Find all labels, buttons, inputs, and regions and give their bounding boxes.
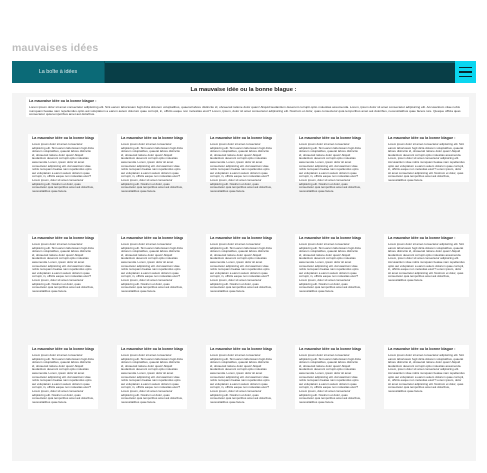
idea-card: La mauvaise idée ou la bonne blague : Lor… — [117, 134, 187, 193]
hamburger-line — [459, 75, 472, 78]
idea-card: La mauvaise idée ou la bonne blague : Lor… — [295, 134, 365, 193]
card-body: Lorem ipsum dolor sit amet consectetur a… — [299, 142, 361, 193]
card-body: Lorem ipsum dolor sit amet consectetur a… — [388, 242, 465, 282]
idea-card: La mauvaise idée ou la bonne blague : Lor… — [117, 234, 187, 297]
card-body: Lorem ipsum dolor sit amet consectetur a… — [388, 353, 465, 393]
idea-card: La mauvaise idée ou la bonne blague : Lor… — [28, 345, 98, 409]
idea-card: La mauvaise idée ou la bonne blague : Lor… — [28, 234, 98, 297]
card-heading: La mauvaise idée ou la bonne blague : — [210, 136, 272, 140]
hamburger-line — [459, 71, 472, 73]
card-body: Lorem ipsum dolor sit amet consectetur a… — [388, 142, 465, 182]
navbar-filler — [105, 61, 455, 83]
card-body: Lorem ipsum dolor sit amet consectetur a… — [299, 353, 361, 404]
card-heading: La mauvaise idée ou la bonne blague : — [388, 236, 456, 240]
card-body: Lorem ipsum dolor sit amet consectetur a… — [32, 142, 94, 193]
card-body: Lorem ipsum dolor sit amet consectetur a… — [210, 142, 272, 193]
card-body: Lorem ipsum dolor sit amet consectetur a… — [121, 142, 183, 193]
lead-heading: La mauvaise idée ou la bonne blague : — [29, 99, 97, 103]
card-heading: La mauvaise idée ou la bonne blague : — [121, 236, 183, 240]
card-heading: La mauvaise idée ou la bonne blague : — [299, 136, 361, 140]
card-heading: La mauvaise idée ou la bonne blague : — [299, 347, 361, 351]
hamburger-icon[interactable] — [455, 61, 476, 83]
hamburger-line — [459, 66, 472, 69]
idea-card: La mauvaise idée ou la bonne blague : Lor… — [295, 345, 365, 409]
card-heading: La mauvaise idée ou la bonne blague : — [299, 236, 361, 240]
card-heading: La mauvaise idée ou la bonne blague : — [121, 136, 183, 140]
card-body: Lorem ipsum dolor sit amet consectetur a… — [121, 353, 183, 404]
idea-card: La mauvaise idée ou la bonne blague : Lor… — [384, 345, 469, 409]
idea-card: La mauvaise idée ou la bonne blague : Lor… — [28, 134, 98, 193]
card-heading: La mauvaise idée ou la bonne blague : — [388, 347, 456, 351]
lead-body: Lorem ipsum dolor sit amet consectetur a… — [29, 105, 461, 117]
card-body: Lorem ipsum dolor sit amet consectetur a… — [32, 353, 94, 404]
card-heading: La mauvaise idée ou la bonne blague : — [210, 347, 272, 351]
card-heading: La mauvaise idée ou la bonne blague : — [121, 347, 183, 351]
card-body: Lorem ipsum dolor sit amet consectetur a… — [210, 242, 272, 293]
card-heading: La mauvaise idée ou la bonne blague : — [32, 136, 94, 140]
idea-card: La mauvaise idée ou la bonne blague : Lor… — [206, 134, 276, 193]
nav-item-idea-box[interactable]: La boîte à idées — [12, 61, 105, 83]
card-heading: La mauvaise idée ou la bonne blague : — [210, 236, 272, 240]
idea-card: La mauvaise idée ou la bonne blague : Lor… — [206, 345, 276, 409]
card-body: Lorem ipsum dolor sit amet consectetur a… — [299, 242, 361, 293]
idea-card: La mauvaise idée ou la bonne blague : Lor… — [206, 234, 276, 297]
main-navbar: La boîte à idées — [12, 61, 476, 83]
card-heading: La mauvaise idée ou la bonne blague : — [32, 347, 94, 351]
card-body: Lorem ipsum dolor sit amet consectetur a… — [32, 242, 94, 293]
lead-article: La mauvaise idée ou la bonne blague : Lo… — [26, 97, 469, 117]
card-heading: La mauvaise idée ou la bonne blague : — [32, 236, 94, 240]
card-heading: La mauvaise idée ou la bonne blague : — [388, 136, 456, 140]
site-logo[interactable]: mauvaises idées — [12, 42, 98, 54]
card-body: Lorem ipsum dolor sit amet consectetur a… — [210, 353, 272, 404]
idea-card: La mauvaise idée ou la bonne blague : Lor… — [295, 234, 365, 297]
idea-card: La mauvaise idée ou la bonne blague : Lor… — [384, 134, 469, 182]
card-body: Lorem ipsum dolor sit amet consectetur a… — [121, 242, 183, 293]
idea-card: La mauvaise idée ou la bonne blague : Lor… — [384, 234, 469, 297]
idea-card: La mauvaise idée ou la bonne blague : Lor… — [117, 345, 187, 409]
